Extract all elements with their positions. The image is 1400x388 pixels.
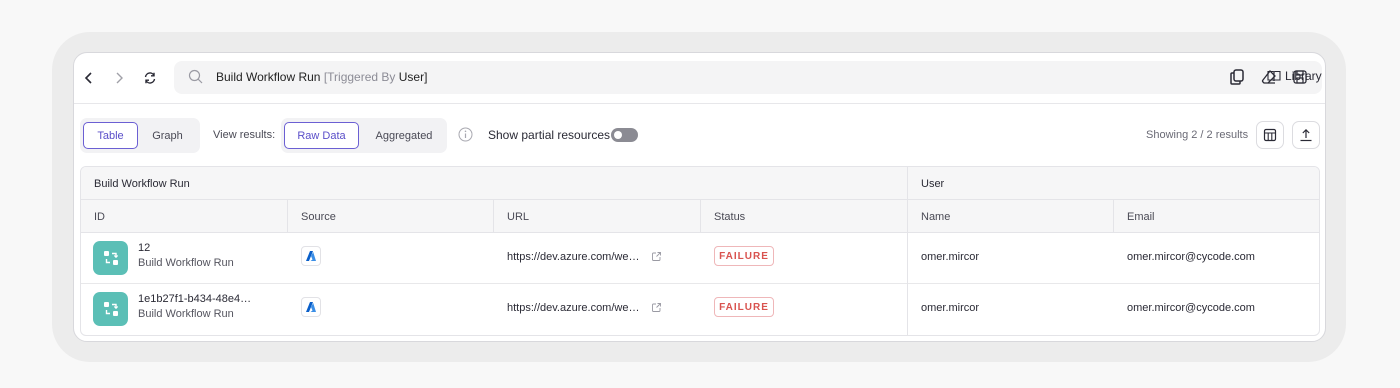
group-build-workflow-run: Build Workflow Run	[94, 178, 190, 190]
group-header-row: Build Workflow Run User	[81, 167, 1319, 200]
group-user: User	[921, 178, 945, 190]
col-email[interactable]: Email	[1127, 211, 1155, 223]
query-close: ]	[424, 70, 428, 84]
tab-table[interactable]: Table	[83, 122, 138, 149]
query-muted: [Triggered By	[320, 70, 399, 84]
row-id[interactable]: 1e1b27f1-b434-48e4…	[138, 293, 251, 305]
col-divider	[907, 200, 908, 233]
row-id[interactable]: 12	[138, 242, 150, 254]
status-badge: FAILURE	[714, 297, 774, 317]
table-row[interactable]: 12 Build Workflow Run https://dev.azure.…	[81, 233, 1319, 284]
view-results-label: View results:	[213, 129, 276, 141]
col-divider	[1113, 200, 1114, 233]
toggle-knob	[614, 131, 622, 139]
col-source[interactable]: Source	[301, 211, 336, 223]
results-count: Showing 2 / 2 results	[1146, 129, 1249, 141]
col-divider	[700, 200, 701, 233]
book-icon	[1267, 70, 1281, 82]
azure-devops-icon	[301, 297, 321, 317]
query-window: Build Workflow Run [Triggered By User] L…	[73, 52, 1326, 342]
back-button[interactable]	[78, 67, 100, 89]
group-divider	[907, 167, 908, 200]
row-type: Build Workflow Run	[138, 308, 234, 320]
copy-icon[interactable]	[1228, 68, 1246, 86]
chevron-left-icon	[84, 72, 92, 84]
col-id[interactable]: ID	[94, 211, 105, 223]
aggregated-button[interactable]: Aggregated	[365, 122, 443, 149]
info-icon[interactable]	[458, 127, 473, 142]
col-divider	[287, 200, 288, 233]
row-user-name: omer.mircor	[921, 251, 980, 263]
show-partial-label: Show partial resources	[488, 128, 611, 142]
column-header-row: ID Source URL Status Name Email	[81, 200, 1319, 233]
refresh-icon	[144, 72, 156, 84]
top-bar: Build Workflow Run [Triggered By User] L…	[74, 53, 1325, 104]
tab-graph[interactable]: Graph	[140, 122, 195, 149]
chevron-right-icon	[116, 72, 123, 84]
search-icon	[188, 69, 203, 84]
row-user-email: omer.mircor@cycode.com	[1127, 251, 1255, 263]
search-input[interactable]: Build Workflow Run [Triggered By User]	[174, 61, 1322, 94]
library-label: Library	[1285, 69, 1322, 83]
forward-button[interactable]	[108, 67, 130, 89]
row-url-link[interactable]: https://dev.azure.com/we…	[507, 302, 639, 314]
query-main: Build Workflow Run	[216, 70, 321, 84]
raw-data-button[interactable]: Raw Data	[284, 122, 359, 149]
table-columns-icon	[1263, 128, 1277, 142]
row-user-name: omer.mircor	[921, 302, 980, 314]
upload-icon	[1300, 128, 1312, 142]
group-divider	[907, 284, 908, 335]
col-status[interactable]: Status	[714, 211, 745, 223]
external-link-icon[interactable]	[651, 302, 662, 313]
results-table: Build Workflow Run User ID Source URL St…	[80, 166, 1320, 336]
refresh-button[interactable]	[139, 67, 161, 89]
columns-button[interactable]	[1256, 121, 1284, 149]
show-partial-toggle[interactable]	[611, 128, 638, 142]
row-type: Build Workflow Run	[138, 257, 234, 269]
results-mode-toggle: Raw Data Aggregated	[281, 118, 447, 153]
export-button[interactable]	[1292, 121, 1320, 149]
col-url[interactable]: URL	[507, 211, 529, 223]
col-name[interactable]: Name	[921, 211, 950, 223]
search-query: Build Workflow Run [Triggered By User]	[216, 70, 427, 84]
library-button[interactable]: Library	[1267, 69, 1322, 83]
status-badge: FAILURE	[714, 246, 774, 266]
table-row[interactable]: 1e1b27f1-b434-48e4… Build Workflow Run h…	[81, 284, 1319, 335]
workflow-run-icon	[93, 292, 128, 326]
workflow-icon	[103, 302, 118, 316]
row-url-link[interactable]: https://dev.azure.com/we…	[507, 251, 639, 263]
workflow-icon	[103, 251, 118, 265]
row-user-email: omer.mircor@cycode.com	[1127, 302, 1255, 314]
query-entity: User	[398, 70, 425, 84]
azure-logo-icon	[306, 251, 316, 261]
view-mode-toggle: Table Graph	[80, 118, 200, 153]
azure-logo-icon	[306, 302, 316, 312]
external-link-icon[interactable]	[651, 251, 662, 262]
azure-devops-icon	[301, 246, 321, 266]
workflow-run-icon	[93, 241, 128, 275]
col-divider	[493, 200, 494, 233]
group-divider	[907, 233, 908, 284]
